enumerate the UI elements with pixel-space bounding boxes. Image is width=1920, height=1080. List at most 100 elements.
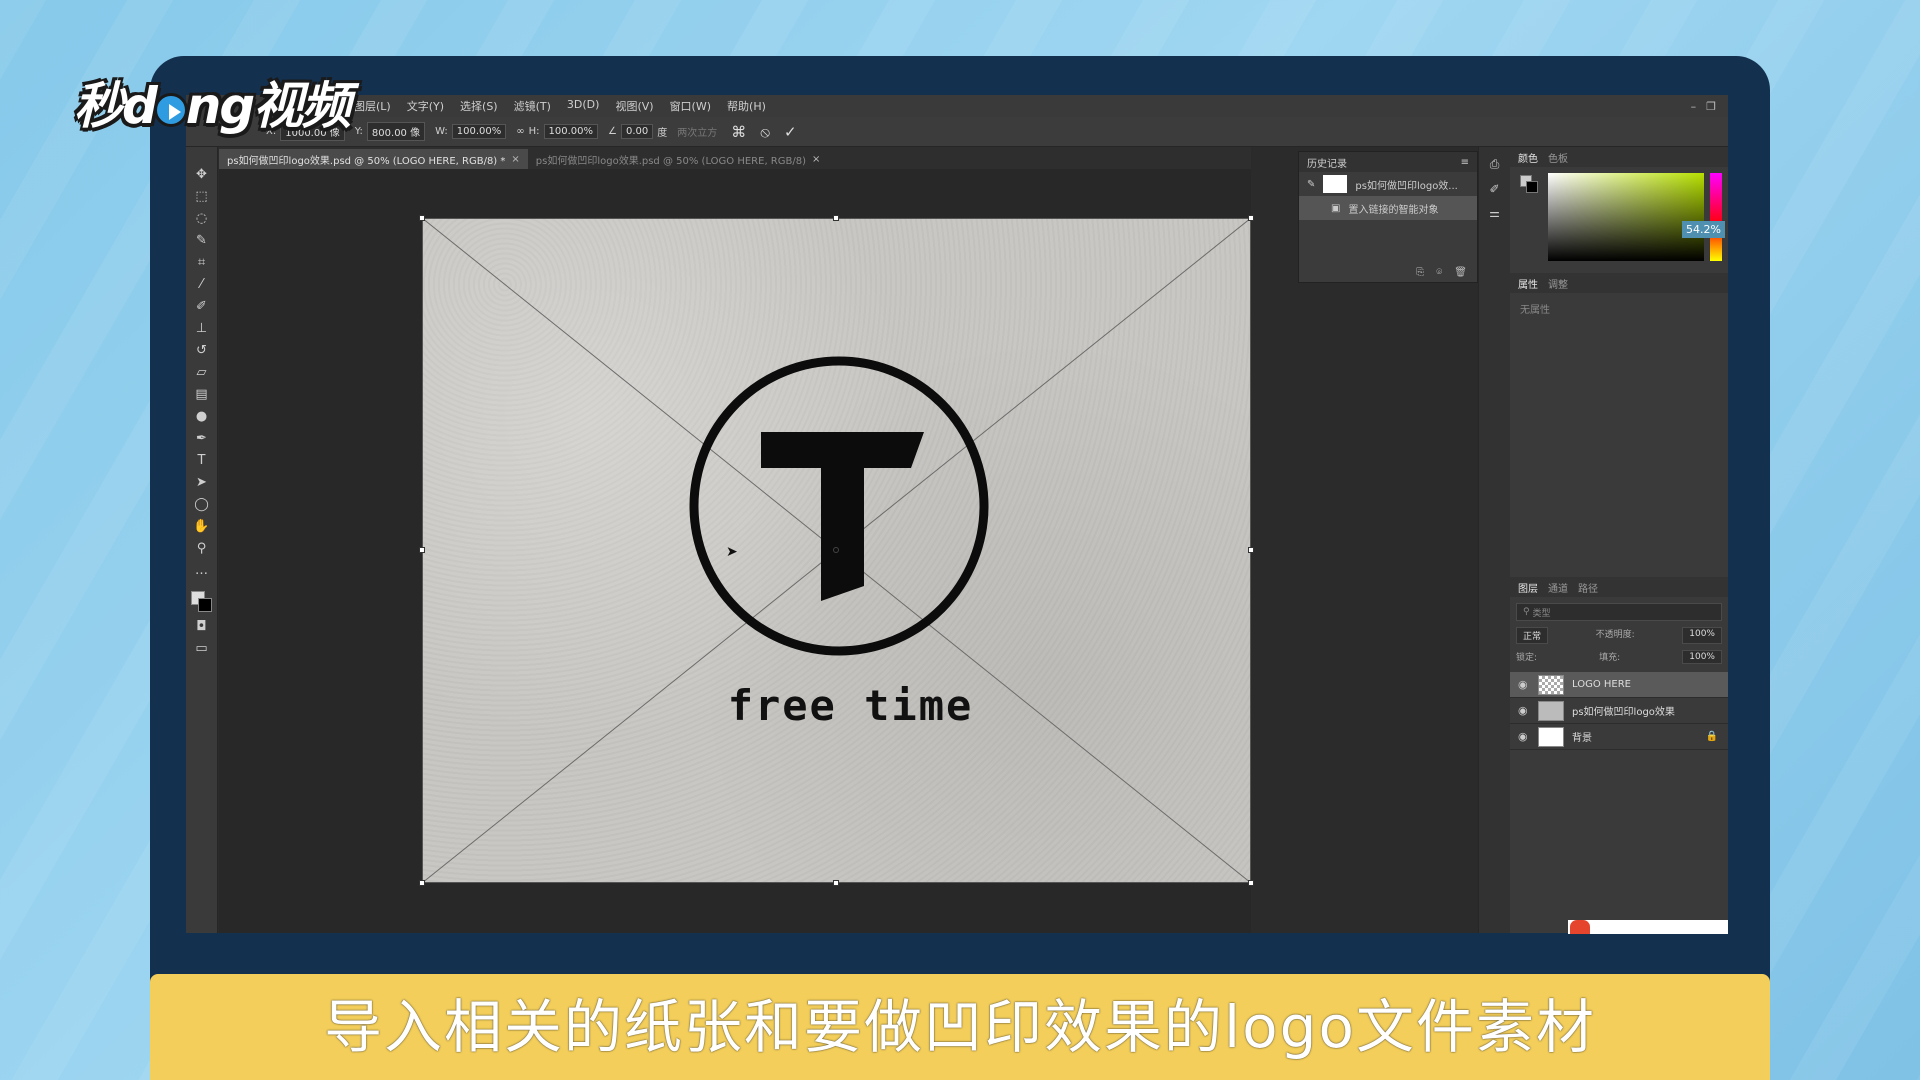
- transform-handle[interactable]: [1248, 215, 1254, 221]
- layer-filter-input[interactable]: ⚲ 类型: [1516, 603, 1722, 621]
- crop-tool-icon[interactable]: ⌗: [191, 255, 213, 271]
- eyedropper-tool-icon[interactable]: ⁄: [191, 277, 213, 293]
- tab-paths[interactable]: 路径: [1578, 580, 1598, 595]
- restore-button[interactable]: ❐: [1706, 100, 1716, 113]
- brush-settings-icon[interactable]: ✐: [1479, 182, 1510, 196]
- close-icon[interactable]: ×: [511, 154, 519, 165]
- tab-document-2[interactable]: ps如何做凹印logo效果.psd @ 50% (LOGO HERE, RGB/…: [528, 149, 829, 169]
- tab-channels[interactable]: 通道: [1548, 580, 1568, 595]
- interpolation-select[interactable]: 两次立方: [677, 124, 717, 139]
- menu-window[interactable]: 窗口(W): [670, 98, 711, 114]
- menu-layer[interactable]: 图层(L): [354, 98, 391, 114]
- eye-icon[interactable]: ◉: [1518, 704, 1530, 717]
- gradient-tool-icon[interactable]: ▤: [191, 387, 213, 403]
- play-icon: [153, 92, 188, 127]
- stamp-tool-icon[interactable]: ⊥: [191, 321, 213, 337]
- transform-handle[interactable]: [419, 547, 425, 553]
- color-swatches[interactable]: [190, 591, 213, 613]
- history-footer: ⎘ ⌾ 🗑: [1416, 267, 1467, 278]
- history-item[interactable]: ▣ 置入链接的智能对象: [1299, 196, 1477, 220]
- search-icon: ⚲: [1523, 607, 1533, 617]
- zoom-tool-icon[interactable]: ⚲: [191, 541, 213, 557]
- transform-handle[interactable]: [833, 880, 839, 886]
- tab-swatches[interactable]: 色板: [1548, 150, 1568, 165]
- tab-adjustments[interactable]: 调整: [1548, 276, 1568, 291]
- y-input[interactable]: 800.00 像: [366, 122, 426, 141]
- history-brush-icon[interactable]: ↺: [191, 343, 213, 359]
- menu-3d[interactable]: 3D(D): [567, 98, 600, 114]
- warp-icon[interactable]: ⌘: [731, 123, 746, 141]
- tab-document-1[interactable]: ps如何做凹印logo效果.psd @ 50% (LOGO HERE, RGB/…: [219, 149, 528, 169]
- history-title[interactable]: 历史记录: [1307, 155, 1347, 170]
- eraser-tool-icon[interactable]: ▱: [191, 365, 213, 381]
- menu-filter[interactable]: 滤镜(T): [514, 98, 551, 114]
- layer-row[interactable]: ◉ LOGO HERE: [1510, 672, 1728, 698]
- transform-center[interactable]: [833, 547, 839, 553]
- brand-text-left: 秒d: [74, 77, 158, 135]
- type-tool-icon[interactable]: T: [191, 453, 213, 469]
- eye-icon[interactable]: ◉: [1518, 678, 1530, 691]
- marquee-tool-icon[interactable]: ⬚: [191, 189, 213, 205]
- menu-type[interactable]: 文字(Y): [407, 98, 444, 114]
- layer-row[interactable]: ◉ 背景 🔒: [1510, 724, 1728, 750]
- close-icon[interactable]: ×: [812, 154, 820, 165]
- menu-help[interactable]: 帮助(H): [727, 98, 766, 114]
- commit-transform-icon[interactable]: ✓: [784, 123, 797, 141]
- w-input[interactable]: 100.00%: [451, 124, 507, 139]
- opacity-input[interactable]: 100%: [1682, 627, 1722, 644]
- ellipse-tool-icon[interactable]: ◯: [191, 497, 213, 513]
- tab-color[interactable]: 颜色: [1518, 150, 1538, 165]
- new-document-icon[interactable]: ⎘: [1416, 267, 1424, 278]
- quick-select-tool-icon[interactable]: ✎: [191, 233, 213, 249]
- transform-handle[interactable]: [1248, 547, 1254, 553]
- link-icon[interactable]: ∞: [516, 126, 524, 137]
- quick-mask-icon[interactable]: ◘: [191, 619, 213, 635]
- layer-row[interactable]: ◉ ps如何做凹印logo效果: [1510, 698, 1728, 724]
- adjustments-icon[interactable]: ⚌: [1479, 206, 1510, 220]
- more-tools-icon[interactable]: …: [191, 563, 213, 579]
- hue-slider[interactable]: [1710, 173, 1722, 261]
- blur-tool-icon[interactable]: ●: [191, 409, 213, 425]
- h-input[interactable]: 100.00%: [543, 124, 598, 139]
- color-swatches-mini[interactable]: [1520, 175, 1538, 193]
- cancel-transform-icon[interactable]: ⦸: [760, 123, 770, 141]
- camera-icon[interactable]: ⌾: [1436, 267, 1442, 278]
- menu-select[interactable]: 选择(S): [460, 98, 498, 114]
- path-select-tool-icon[interactable]: ➤: [191, 475, 213, 491]
- transform-handle[interactable]: [1248, 880, 1254, 886]
- transform-handle[interactable]: [419, 215, 425, 221]
- screen-mode-icon[interactable]: ▭: [191, 641, 213, 657]
- blend-options: 正常 不透明度: 100%: [1510, 627, 1728, 644]
- angle-icon: ∠: [608, 126, 617, 137]
- transform-handle[interactable]: [419, 880, 425, 886]
- minimize-button[interactable]: –: [1691, 100, 1697, 113]
- tab-layers[interactable]: 图层: [1518, 580, 1538, 595]
- pen-tool-icon[interactable]: ✒: [191, 431, 213, 447]
- brand-logo: 秒d ng视频: [74, 66, 351, 136]
- layer-thumbnail: [1538, 726, 1564, 747]
- menu-view[interactable]: 视图(V): [615, 98, 653, 114]
- history-header: 历史记录 ≡: [1299, 152, 1477, 172]
- panel-menu-icon[interactable]: ≡: [1461, 157, 1469, 168]
- document-canvas[interactable]: free time ➤: [419, 215, 1254, 886]
- hand-tool-icon[interactable]: ✋: [191, 519, 213, 535]
- trash-icon[interactable]: 🗑: [1454, 267, 1467, 278]
- layer-name: LOGO HERE: [1572, 679, 1631, 690]
- history-panel-icon[interactable]: ⎙: [1479, 157, 1510, 172]
- layer-name: ps如何做凹印logo效果: [1572, 707, 1675, 718]
- angle-input[interactable]: 0.00: [620, 124, 654, 139]
- fill-input[interactable]: 100%: [1682, 650, 1722, 664]
- brush-tool-icon[interactable]: ✐: [191, 299, 213, 315]
- lasso-tool-icon[interactable]: ◌: [191, 211, 213, 227]
- transform-handle[interactable]: [833, 215, 839, 221]
- history-item[interactable]: ✎ ps如何做凹印logo效...: [1299, 172, 1477, 196]
- color-field[interactable]: [1548, 173, 1704, 261]
- blend-mode-select[interactable]: 正常: [1516, 627, 1549, 644]
- color-panel-tabs: 颜色 色板: [1510, 147, 1728, 167]
- cursor-icon: ➤: [726, 544, 738, 560]
- move-tool-icon[interactable]: ✥: [191, 167, 213, 183]
- logo-emblem: [689, 356, 989, 656]
- tab-properties[interactable]: 属性: [1518, 276, 1538, 291]
- background-color[interactable]: [197, 598, 212, 612]
- eye-icon[interactable]: ◉: [1518, 730, 1530, 743]
